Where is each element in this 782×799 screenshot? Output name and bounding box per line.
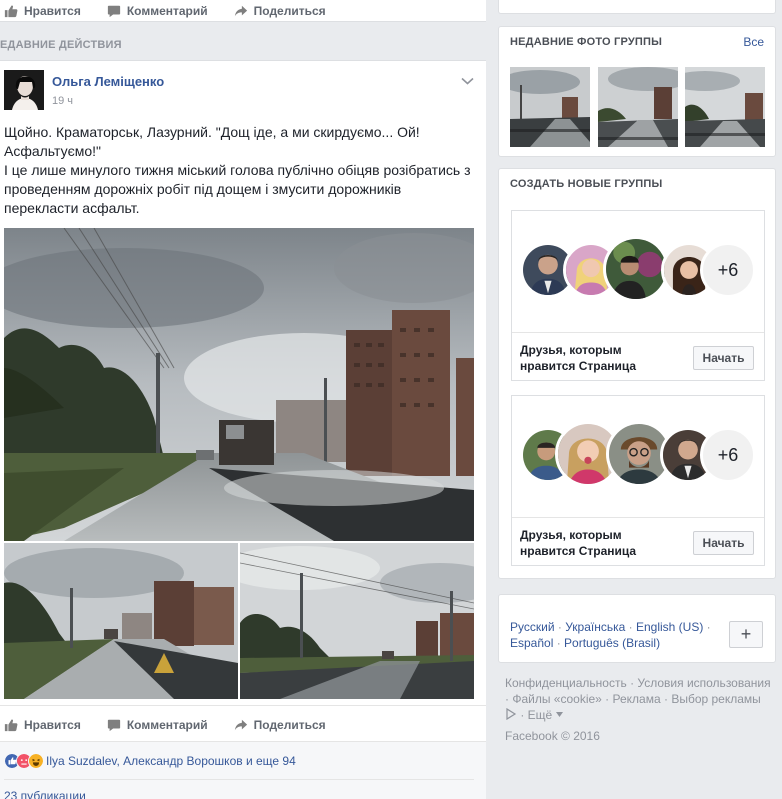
footer-link[interactable]: Выбор рекламы bbox=[671, 692, 760, 706]
like-icon bbox=[4, 5, 18, 17]
comment-icon bbox=[107, 5, 120, 17]
language-card: Русский · Українська · English (US) · Es… bbox=[498, 594, 776, 663]
start-group-button[interactable]: Начать bbox=[693, 531, 754, 555]
more-friends-count: +6 bbox=[700, 427, 756, 483]
post-text-line: проведенням дорожніх робіт під дощем і з… bbox=[4, 181, 402, 197]
post-comment-button[interactable]: Комментарий bbox=[107, 718, 208, 732]
footer-link[interactable]: Конфиденциальность bbox=[505, 676, 627, 690]
language-link[interactable]: Español bbox=[510, 636, 553, 650]
share-label: Поделиться bbox=[253, 717, 326, 732]
copyright: Facebook © 2016 bbox=[505, 729, 600, 743]
comment-button[interactable]: Комментарий bbox=[107, 4, 208, 18]
reaction-icons[interactable] bbox=[4, 752, 44, 769]
language-link[interactable]: Українська bbox=[565, 620, 625, 634]
chevron-down-icon bbox=[461, 77, 474, 85]
more-languages-button[interactable]: + bbox=[729, 621, 763, 648]
post-text-line: Асфальтуємо!" bbox=[4, 143, 101, 159]
post-photo-2[interactable] bbox=[4, 543, 238, 699]
share-button[interactable]: Поделиться bbox=[234, 4, 326, 18]
post-photo-3[interactable] bbox=[240, 543, 474, 699]
share-icon bbox=[234, 5, 247, 16]
post-text-line: перекласти асфальт. bbox=[4, 200, 140, 216]
shares-count-link[interactable]: 23 публикации bbox=[4, 780, 486, 799]
group-photo-thumbnail[interactable] bbox=[510, 67, 590, 147]
share-label: Поделиться bbox=[253, 3, 326, 18]
feed-post: Ольга Леміщенко 19 ч Щойно. Краматорськ,… bbox=[0, 60, 486, 799]
recent-group-photos-card: НЕДАВНИЕ ФОТО ГРУППЫ Все bbox=[498, 26, 776, 157]
post-author-link[interactable]: Ольга Леміщенко bbox=[52, 74, 164, 89]
sidebar-footer: Конфиденциальность · Условия использован… bbox=[505, 676, 771, 743]
reactions-names[interactable]: Ilya Suzdalev, Александр Ворошков и еще … bbox=[46, 754, 296, 768]
post-message: Щойно. Краматорськ, Лазурний. "Дощ іде, … bbox=[4, 123, 480, 218]
group-photo-thumbnail[interactable] bbox=[598, 67, 678, 147]
friends-avatars[interactable]: +6 bbox=[512, 211, 764, 333]
recent-photos-title: НЕДАВНИЕ ФОТО ГРУППЫ bbox=[510, 36, 663, 48]
shares-row: 23 публикации bbox=[0, 779, 486, 799]
language-link[interactable]: Русский bbox=[510, 620, 555, 634]
language-link[interactable]: English (US) bbox=[636, 620, 703, 634]
haha-reaction-icon bbox=[28, 752, 44, 769]
group-photo-thumbnail[interactable] bbox=[685, 67, 765, 147]
friend-avatar bbox=[603, 236, 669, 302]
footer-link[interactable]: Ещё bbox=[528, 708, 553, 722]
language-list: Русский · Українська · English (US) · Es… bbox=[510, 620, 711, 650]
like-button[interactable]: Нравится bbox=[4, 4, 81, 18]
friends-avatars[interactable]: +6 bbox=[512, 396, 764, 518]
group-suggestion: +6 Друзья, которым нравится Страница Нач… bbox=[511, 210, 765, 381]
footer-link[interactable]: Реклама bbox=[613, 692, 661, 706]
footer-link[interactable]: Условия использования bbox=[637, 676, 770, 690]
post-text-line: І це лише минулого тижня міський голова … bbox=[4, 162, 471, 178]
reactions-summary: Ilya Suzdalev, Александр Ворошков и еще … bbox=[0, 741, 486, 779]
comment-icon bbox=[107, 719, 120, 731]
like-icon bbox=[4, 719, 18, 731]
footer-link[interactable]: Файлы «cookie» bbox=[512, 692, 602, 706]
group-suggestion: +6 Друзья, которым нравится Страница Нач… bbox=[511, 395, 765, 566]
feed-column: Нравится Комментарий Поделиться ЕДАВНИЕ … bbox=[0, 0, 486, 799]
comment-label: Комментарий bbox=[126, 717, 208, 732]
share-icon bbox=[234, 719, 247, 730]
more-friends-count: +6 bbox=[700, 242, 756, 298]
start-group-button[interactable]: Начать bbox=[693, 346, 754, 370]
like-label: Нравится bbox=[24, 3, 81, 18]
group-suggestion-label: Друзья, которым нравится Страница bbox=[520, 343, 637, 373]
recent-activity-heading: ЕДАВНИЕ ДЕЙСТВИЯ bbox=[0, 39, 122, 51]
post-share-button[interactable]: Поделиться bbox=[234, 718, 326, 732]
like-label: Нравится bbox=[24, 717, 81, 732]
language-link[interactable]: Português (Brasil) bbox=[564, 636, 660, 650]
post-like-button[interactable]: Нравится bbox=[4, 718, 81, 732]
post-text-line: Щойно. Краматорськ, Лазурний. "Дощ іде, … bbox=[4, 124, 420, 140]
sidebar-card-partial bbox=[498, 0, 776, 14]
create-groups-card: СОЗДАТЬ НОВЫЕ ГРУППЫ +6 Друзья, которым … bbox=[498, 168, 776, 579]
post-options-button[interactable] bbox=[461, 75, 474, 89]
create-groups-title: СОЗДАТЬ НОВЫЕ ГРУППЫ bbox=[510, 178, 663, 190]
author-avatar[interactable] bbox=[4, 70, 44, 110]
post-actions: Нравится Комментарий Поделиться bbox=[0, 705, 486, 741]
ad-choices-icon bbox=[506, 707, 517, 721]
dropdown-icon bbox=[555, 712, 563, 717]
group-suggestion-label: Друзья, которым нравится Страница bbox=[520, 528, 637, 558]
previous-post-actions: Нравится Комментарий Поделиться bbox=[0, 0, 486, 22]
see-all-photos-link[interactable]: Все bbox=[743, 35, 764, 49]
comment-label: Комментарий bbox=[126, 3, 208, 18]
post-photo-main[interactable] bbox=[4, 228, 474, 541]
post-timestamp[interactable]: 19 ч bbox=[52, 95, 73, 107]
